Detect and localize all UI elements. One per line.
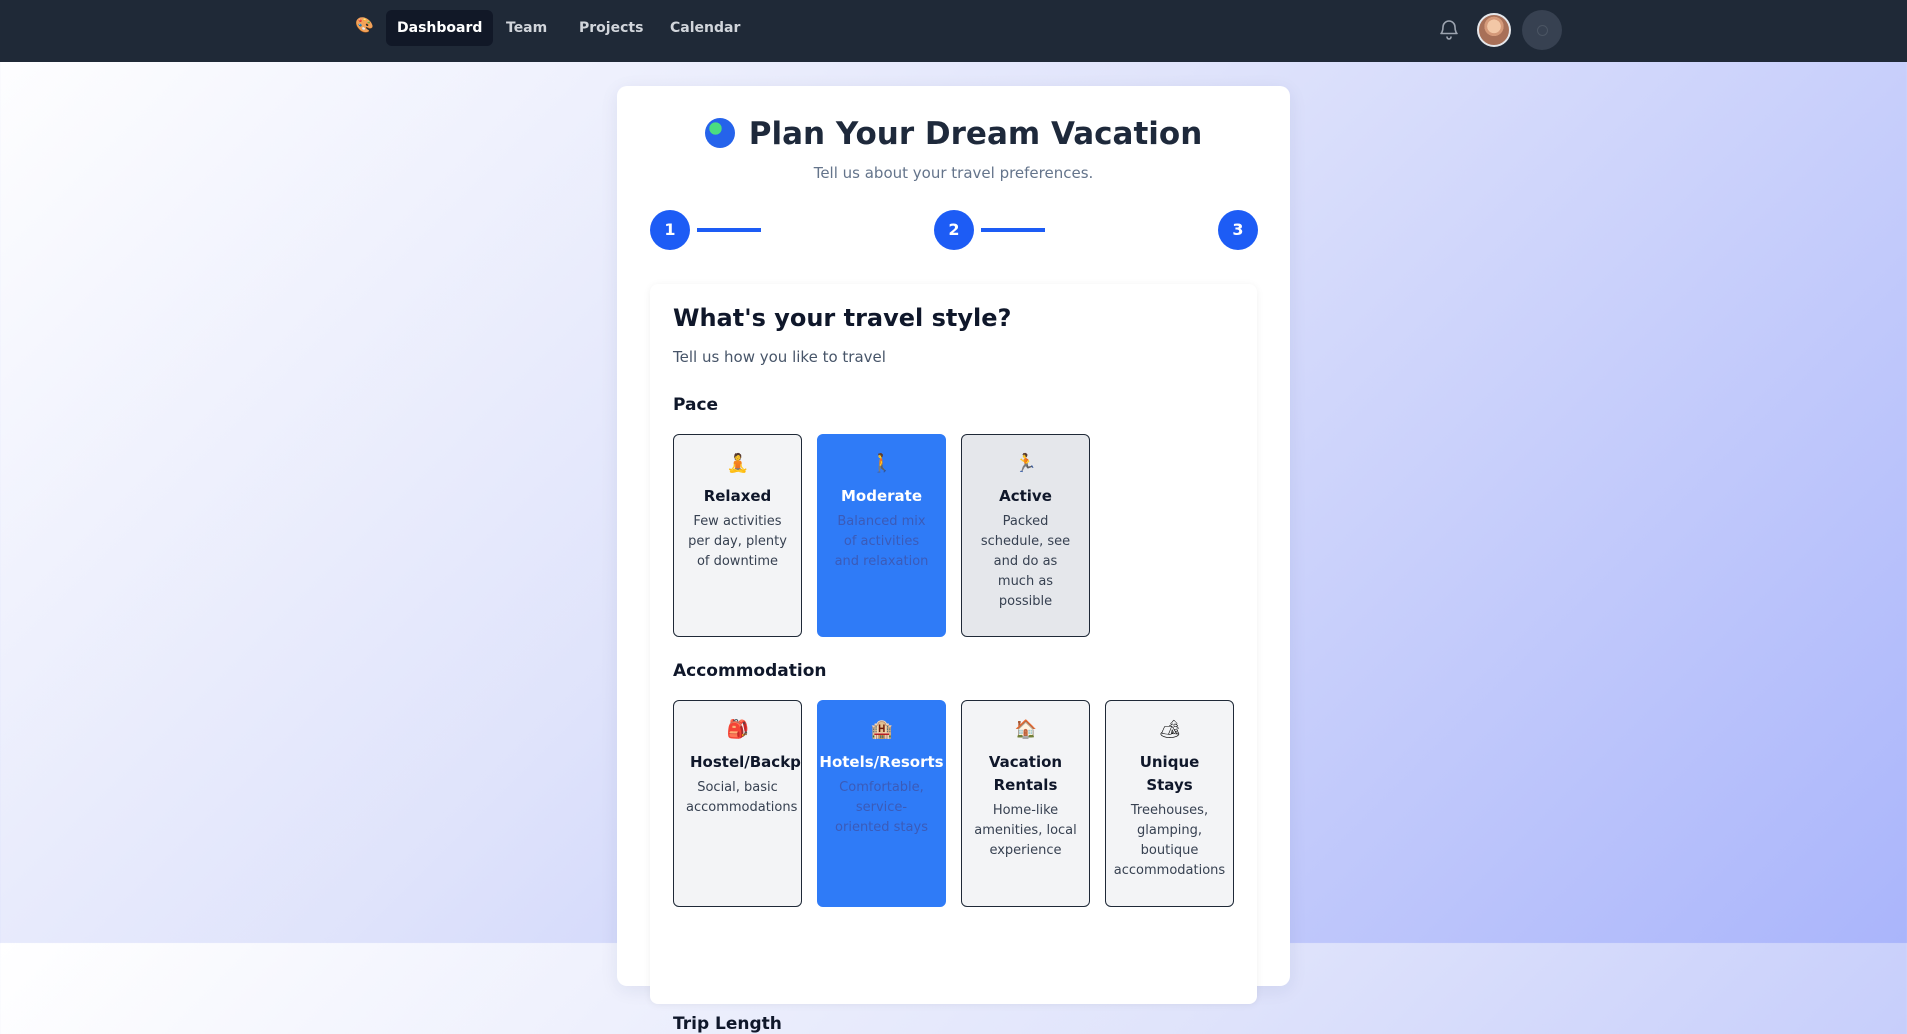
- option-description: Comfortable, service-oriented stays: [835, 780, 928, 835]
- camping-icon: 🏕: [1158, 719, 1182, 740]
- bell-icon[interactable]: [1437, 18, 1461, 42]
- nav-link-calendar[interactable]: Calendar: [659, 10, 751, 46]
- page-title: Plan Your Dream Vacation: [617, 116, 1290, 152]
- vacation-planner-card: Plan Your Dream Vacation Tell us about y…: [617, 86, 1290, 1034]
- top-nav: 🎨 Dashboard Team Projects Calendar: [0, 0, 1907, 62]
- step-3[interactable]: 3: [1218, 210, 1258, 250]
- question-description: Tell us how you like to travel: [673, 348, 886, 366]
- step-connector: [981, 228, 1045, 232]
- nav-link-dashboard[interactable]: Dashboard: [386, 10, 494, 46]
- running-icon: 🏃: [1014, 453, 1037, 474]
- pace-option-relaxed[interactable]: 🧘 Relaxed Few activities per day, plenty…: [673, 434, 802, 637]
- option-description: Social, basic accommodations: [686, 780, 798, 815]
- option-title: Unique Stays: [1139, 753, 1200, 794]
- user-menu-button[interactable]: [1522, 10, 1562, 50]
- accommodation-option-vacation-rentals[interactable]: 🏠 Vacation Rentals Home-like amenities, …: [961, 700, 1090, 907]
- house-icon: 🏠: [1014, 719, 1037, 740]
- step-2[interactable]: 2: [934, 210, 974, 250]
- option-title: Hotels/Resorts: [819, 753, 944, 771]
- accommodation-option-hostel[interactable]: 🎒 Hostel/Backpacking Social, basic accom…: [673, 700, 802, 907]
- globe-icon: [704, 118, 735, 148]
- pace-option-moderate[interactable]: 🚶 Moderate Balanced mix of activities an…: [817, 434, 946, 637]
- option-title: Vacation Rentals: [988, 753, 1063, 794]
- option-title: Moderate: [840, 487, 922, 505]
- option-description: Few activities per day, plenty of downti…: [688, 514, 787, 569]
- walking-icon: 🚶: [870, 453, 893, 474]
- avatar[interactable]: [1477, 13, 1511, 47]
- trip-length-label: Trip Length: [673, 1014, 782, 1034]
- step-connector: [697, 228, 761, 232]
- option-title: Active: [999, 487, 1052, 505]
- step-1[interactable]: 1: [650, 210, 690, 250]
- question-title: What's your travel style?: [673, 304, 1012, 332]
- accommodation-option-unique-stays[interactable]: 🏕 Unique Stays Treehouses, glamping, bou…: [1105, 700, 1234, 907]
- pace-option-active[interactable]: 🏃 Active Packed schedule, see and do as …: [961, 434, 1090, 637]
- option-title: Hostel/Backpacking: [690, 753, 801, 771]
- meditation-icon: 🧘: [726, 453, 749, 474]
- hotel-icon: 🏨: [870, 719, 893, 740]
- option-title: Relaxed: [703, 487, 772, 505]
- nav-link-team[interactable]: Team: [495, 10, 558, 46]
- logo-icon[interactable]: 🎨: [355, 16, 374, 34]
- page-subtitle: Tell us about your travel preferences.: [813, 164, 1094, 182]
- option-description: Treehouses, glamping, boutique accommoda…: [1113, 803, 1226, 878]
- option-description: Balanced mix of activities and relaxatio…: [834, 514, 929, 569]
- option-description: Home-like amenities, local experience: [974, 803, 1077, 858]
- option-description: Packed schedule, see and do as much as p…: [980, 514, 1071, 609]
- nav-link-projects[interactable]: Projects: [568, 10, 654, 46]
- pace-label: Pace: [673, 395, 719, 415]
- travel-style-form: What's your travel style? Tell us how yo…: [650, 284, 1257, 1034]
- page-title-text: Plan Your Dream Vacation: [748, 116, 1203, 152]
- accommodation-option-hotels[interactable]: 🏨 Hotels/Resorts Comfortable, service-or…: [817, 700, 946, 907]
- accommodation-label: Accommodation: [673, 661, 827, 681]
- backpack-icon: 🎒: [726, 719, 749, 740]
